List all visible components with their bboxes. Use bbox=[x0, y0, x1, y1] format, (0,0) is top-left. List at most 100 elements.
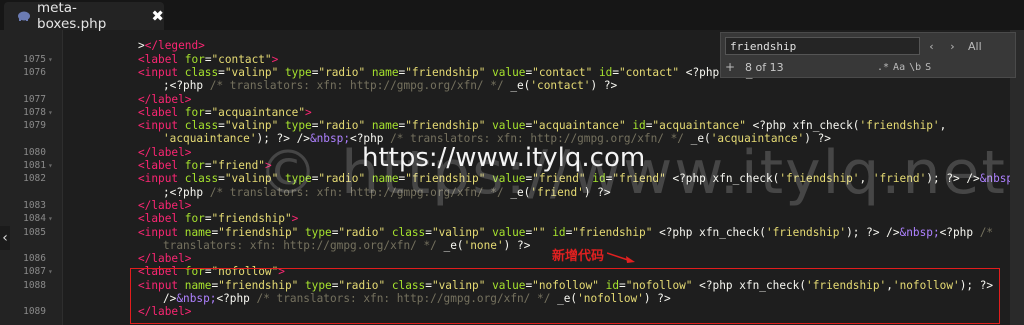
line-number: 1081 bbox=[23, 160, 46, 171]
code-line[interactable]: 1084 ▾ <label for="friendship"> bbox=[0, 212, 1024, 225]
code-token: ) ?> bbox=[503, 238, 531, 252]
line-number: 1078 bbox=[23, 106, 46, 118]
code-text: </label> bbox=[138, 93, 191, 106]
code-text: <label for="friendship"> bbox=[138, 212, 298, 225]
code-token: <label bbox=[138, 105, 185, 119]
find-input[interactable] bbox=[725, 37, 920, 55]
code-token: 'friendship' bbox=[859, 119, 940, 133]
code-token: </label> bbox=[138, 252, 192, 266]
code-token: "friendship" bbox=[405, 119, 493, 133]
tab-filename: meta-boxes.php bbox=[37, 0, 107, 32]
code-token: class bbox=[184, 172, 219, 186]
code-token: > bbox=[138, 39, 145, 53]
code-token: "acquaintance" bbox=[211, 105, 306, 119]
line-number: 1080 bbox=[23, 146, 46, 158]
code-token: name bbox=[371, 65, 399, 79]
annotation-arrow-icon bbox=[606, 251, 635, 263]
line-number: 1084 bbox=[23, 213, 46, 225]
line-number: 1082 bbox=[23, 173, 46, 185]
line-number: 1075 bbox=[23, 53, 46, 65]
code-token: <label bbox=[138, 159, 185, 172]
find-panel: ‹ › All + 8 of 13 .* Aa \b S bbox=[720, 32, 1016, 78]
watermark: https://www.itylq.com bbox=[362, 143, 646, 173]
code-line[interactable]: ;<?php /* translators: xfn: http://gmpg.… bbox=[0, 79, 1024, 92]
code-text: ;<?php /* translators: xfn: http://gmpg.… bbox=[163, 79, 617, 92]
code-token: ) ?> bbox=[590, 79, 618, 93]
code-text: <label for="contact"> bbox=[138, 53, 278, 66]
plus-icon[interactable]: + bbox=[725, 60, 737, 74]
code-token: "valinp" bbox=[224, 65, 285, 79]
close-tab-icon[interactable]: ✖ bbox=[151, 7, 164, 25]
code-line[interactable]: translators: xfn: http://gmpg.org/xfn/ *… bbox=[0, 239, 1024, 252]
line-number: 1079 bbox=[23, 120, 46, 132]
code-token: <label bbox=[138, 52, 185, 66]
code-token: = bbox=[218, 119, 225, 133]
code-line[interactable]: 1085 <input name="friendship" type="radio… bbox=[0, 226, 1024, 239]
code-token: class bbox=[184, 119, 219, 133]
code-token: = bbox=[204, 105, 212, 119]
code-token: <label bbox=[138, 212, 185, 226]
code-token: 'acquaintance' bbox=[163, 132, 257, 146]
code-token: id bbox=[552, 225, 566, 239]
annotation-text: 新增代码 bbox=[552, 249, 605, 264]
code-token: ); ?> /> bbox=[846, 225, 900, 239]
code-token: "friendship" bbox=[405, 65, 493, 79]
code-token: "radio" bbox=[318, 65, 372, 79]
code-token: , bbox=[939, 119, 947, 133]
code-token: _e( bbox=[443, 238, 464, 252]
fold-arrow-icon[interactable]: ▾ bbox=[48, 159, 53, 172]
code-token: for bbox=[184, 52, 205, 66]
find-next-button[interactable]: › bbox=[943, 37, 962, 55]
code-token: > bbox=[305, 105, 312, 119]
code-token: <input bbox=[138, 119, 185, 133]
fold-arrow-icon[interactable]: ▾ bbox=[48, 53, 53, 66]
code-token: "valinp" bbox=[224, 119, 285, 133]
find-prev-button[interactable]: ‹ bbox=[922, 37, 941, 55]
code-token: value bbox=[492, 65, 526, 79]
fold-arrow-icon[interactable]: ▾ bbox=[48, 106, 53, 119]
code-token: value bbox=[492, 119, 526, 133]
code-token: type bbox=[284, 119, 312, 133]
code-token: id bbox=[632, 119, 646, 133]
code-token: <?php xfn_check( bbox=[659, 225, 766, 239]
code-text: </label> bbox=[138, 199, 191, 212]
code-token: "" bbox=[532, 225, 553, 239]
php-elephant-icon bbox=[16, 8, 31, 24]
code-token: </label> bbox=[138, 145, 192, 159]
code-token: "friendship" bbox=[211, 212, 292, 226]
left-arrow-icon[interactable]: ‹ bbox=[0, 226, 10, 250]
line-number: 1085 bbox=[23, 226, 46, 238]
code-token: </label> bbox=[138, 92, 192, 106]
file-tab[interactable]: meta-boxes.php ✖ bbox=[4, 0, 164, 32]
code-token: ;<?php bbox=[163, 79, 210, 93]
code-token: id bbox=[598, 65, 613, 79]
code-token: for bbox=[184, 212, 205, 226]
code-token: value bbox=[492, 225, 526, 239]
line-number: 1088 bbox=[23, 279, 46, 291]
code-token: 'contact' bbox=[530, 79, 591, 93]
code-token: <input bbox=[138, 65, 185, 79]
fold-arrow-icon[interactable]: ▾ bbox=[48, 212, 53, 225]
annotation-note: 新增代码 bbox=[552, 245, 637, 265]
code-line[interactable]: 1086 </label> bbox=[0, 252, 1024, 265]
code-token: = bbox=[612, 65, 619, 79]
code-text: <input name="friendship" type="radio" cl… bbox=[138, 226, 993, 239]
code-token: = bbox=[204, 52, 212, 66]
code-line[interactable]: 1078 ▾ <label for="acquaintance"> bbox=[0, 106, 1024, 119]
code-token: "friend" bbox=[211, 159, 265, 172]
regex-toggle[interactable]: .* bbox=[877, 62, 889, 73]
code-line[interactable]: 1079 <input class="valinp" type="radio" n… bbox=[0, 119, 1024, 132]
selection-toggle[interactable]: S bbox=[925, 62, 931, 73]
code-token: class bbox=[391, 225, 426, 239]
code-text: ></legend> bbox=[138, 39, 205, 52]
word-toggle[interactable]: \b bbox=[909, 62, 921, 73]
find-all-button[interactable]: All bbox=[968, 40, 982, 53]
fold-arrow-icon[interactable]: ▾ bbox=[48, 265, 53, 278]
code-token: type bbox=[305, 225, 332, 239]
line-number: 1086 bbox=[23, 253, 46, 265]
code-token: "valinp" bbox=[431, 225, 493, 239]
case-toggle[interactable]: Aa bbox=[893, 62, 905, 73]
code-text: </label> bbox=[138, 146, 191, 159]
code-token: "acquaintance" bbox=[652, 119, 753, 133]
code-line[interactable]: 1077 </label> bbox=[0, 93, 1024, 106]
